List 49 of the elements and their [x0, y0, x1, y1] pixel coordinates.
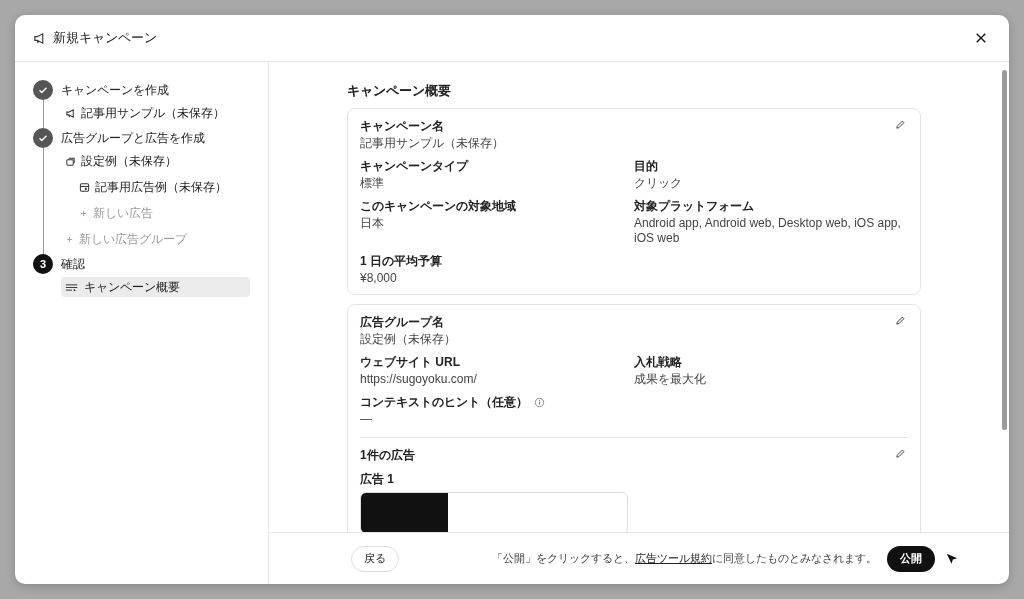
field-value: —	[360, 412, 373, 427]
field-value: Android app, Android web, Desktop web, iOS app, iOS web	[634, 216, 902, 246]
field-label: 対象プラットフォーム	[634, 199, 754, 213]
sidebar-item[interactable]: キャンペーン概要	[61, 277, 250, 297]
field-label: 入札戦略	[634, 355, 682, 369]
field-label: コンテキストのヒント（任意）	[360, 395, 528, 409]
field-value: 成果を最大化	[634, 372, 707, 387]
sidebar-item[interactable]: 記事用サンプル（未保存）	[61, 103, 250, 123]
field-value: ¥8,000	[360, 271, 398, 286]
field-label: 広告グループ名	[360, 315, 445, 329]
field-value: https://sugoyoku.com/	[360, 372, 478, 387]
step-title: キャンペーンを作成	[61, 81, 169, 99]
list-icon	[65, 281, 79, 293]
sidebar-item[interactable]: 設定例（未保存）	[61, 151, 250, 171]
plus-icon	[65, 234, 74, 244]
pencil-icon[interactable]	[895, 448, 906, 459]
field-label: このキャンペーンの対象地域	[360, 199, 516, 213]
dialog-title: 新規キャンペーン	[53, 29, 157, 47]
field-label: キャンペーン名	[360, 119, 445, 133]
section-heading: キャンペーン概要	[347, 82, 452, 100]
field-label: キャンペーンタイプ	[360, 159, 468, 173]
cursor-icon	[945, 551, 959, 566]
field-value: 日本	[360, 216, 385, 231]
step-number: 3	[33, 254, 53, 274]
field-label: ウェブサイト URL	[360, 355, 460, 369]
ad-icon	[79, 181, 90, 193]
info-icon[interactable]	[534, 396, 545, 408]
field-label: 目的	[634, 159, 658, 173]
field-value: 設定例（未保存）	[360, 332, 456, 347]
megaphone-icon	[33, 31, 46, 45]
terms-notice: 「公開」をクリックすると、広告ツール規約に同意したものとみなされます。	[492, 551, 877, 566]
pencil-icon[interactable]	[895, 119, 906, 130]
field-label: 1 日の平均予算	[360, 254, 442, 268]
step-title: 確認	[61, 255, 85, 273]
back-button[interactable]: 戻る	[351, 545, 399, 572]
ad-title: 広告 1	[360, 472, 395, 486]
pencil-icon[interactable]	[895, 315, 906, 326]
field-value: クリック	[634, 176, 683, 191]
ads-count: 1件の広告	[360, 448, 415, 462]
field-value: 標準	[360, 176, 385, 191]
field-value: 記事用サンプル（未保存）	[360, 136, 504, 151]
megaphone-icon	[65, 107, 76, 119]
close-icon[interactable]	[975, 32, 987, 44]
plus-icon	[79, 208, 88, 218]
stack-icon	[65, 155, 76, 167]
terms-link[interactable]: 広告ツール規約	[635, 552, 712, 564]
sidebar-item[interactable]: 記事用広告例（未保存）	[75, 177, 250, 197]
publish-button[interactable]: 公開	[887, 545, 935, 572]
step-title: 広告グループと広告を作成	[61, 129, 205, 147]
